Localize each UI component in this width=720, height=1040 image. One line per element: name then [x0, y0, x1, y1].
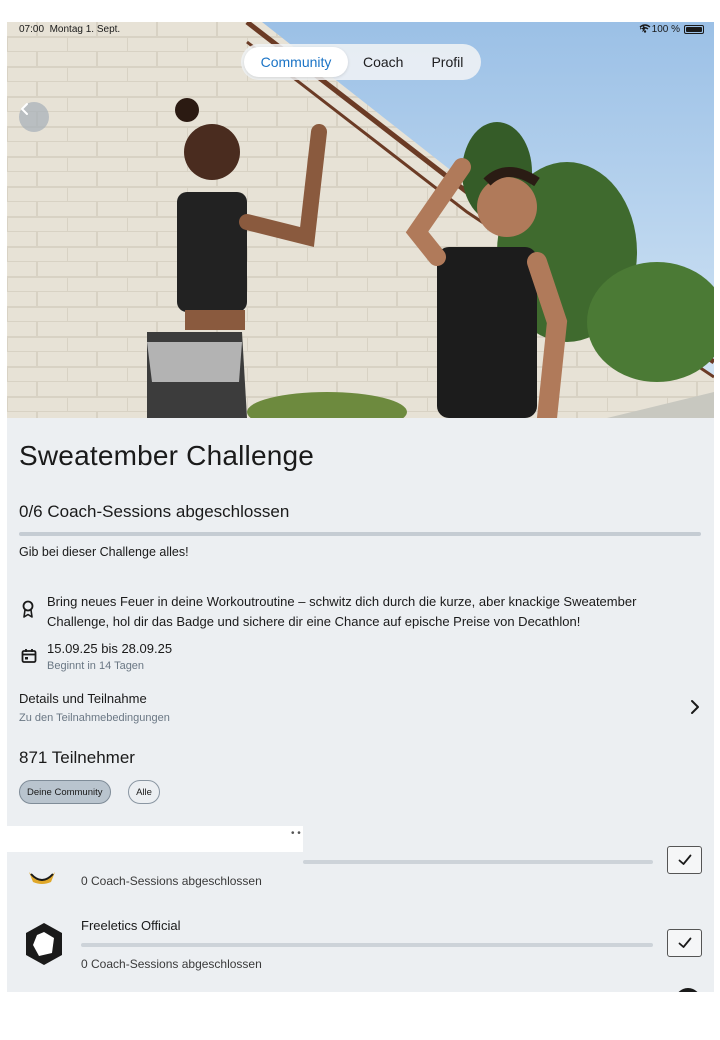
filter-community-chip[interactable]: Deine Community: [19, 780, 111, 804]
segmented-tabs: Community Coach Profil: [241, 44, 481, 80]
details-title: Details und Teilnahme: [19, 691, 147, 706]
list-overlap-area: [7, 826, 303, 852]
checkmark-icon: [678, 854, 691, 865]
participant-progress-bar: [81, 943, 653, 947]
challenge-description: Bring neues Feuer in deine Workoutroutin…: [47, 594, 637, 629]
challenge-tagline: Gib bei dieser Challenge alles!: [19, 545, 189, 559]
participant-progress-bar: [303, 860, 653, 864]
avatar: [26, 923, 62, 965]
tab-coach[interactable]: Coach: [350, 47, 416, 77]
status-indicators: ✈ 100 %: [639, 24, 704, 35]
status-date: Montag 1. Sept.: [49, 24, 121, 35]
details-row[interactable]: Details und Teilnahme Zu den Teilnahmebe…: [7, 687, 714, 731]
award-icon: [21, 600, 35, 623]
status-time: 07:00 Montag 1. Sept.: [19, 24, 121, 35]
battery-icon: [684, 25, 704, 34]
hero-image: 07:00 Montag 1. Sept. ✈ 100 % Community …: [7, 22, 714, 418]
details-subtitle: Zu den Teilnahmebedingungen: [19, 712, 170, 724]
hero-illustration: [7, 22, 714, 418]
filter-all-chip[interactable]: Alle: [128, 780, 160, 804]
page-title: Sweatember Challenge: [19, 440, 315, 471]
calendar-icon: [21, 648, 37, 669]
avatar: [675, 988, 701, 992]
participant-name: Freeletics Official: [81, 918, 181, 933]
battery-percent: 100 %: [651, 24, 680, 35]
avatar: [29, 872, 55, 884]
chevron-left-icon: [21, 103, 28, 115]
tab-profil[interactable]: Profil: [418, 47, 476, 77]
challenge-dates-sub: Beginnt in 14 Tagen: [47, 660, 145, 672]
wifi-icon: [639, 24, 651, 33]
progress-bar: [19, 532, 701, 536]
progress-label: 0/6 Coach-Sessions abgeschlossen: [19, 502, 290, 521]
follow-toggle[interactable]: [667, 929, 702, 957]
challenge-dates: 15.09.25 bis 28.09.25: [47, 641, 173, 656]
chevron-right-icon: [690, 699, 700, 720]
participant-sessions: 0 Coach-Sessions abgeschlossen: [81, 957, 262, 971]
drag-handle[interactable]: • •: [291, 828, 301, 839]
challenge-screen: 07:00 Montag 1. Sept. ✈ 100 % Community …: [7, 22, 714, 992]
participant-sessions: 0 Coach-Sessions abgeschlossen: [81, 874, 262, 888]
tab-community[interactable]: Community: [244, 47, 348, 77]
follow-toggle[interactable]: [667, 846, 702, 874]
back-button[interactable]: [19, 102, 49, 132]
checkmark-icon: [678, 937, 691, 948]
participants-count: 871 Teilnehmer: [19, 748, 135, 767]
participants-list: • • 0 Coach-Sessions abgeschlossen Freel…: [7, 826, 714, 992]
